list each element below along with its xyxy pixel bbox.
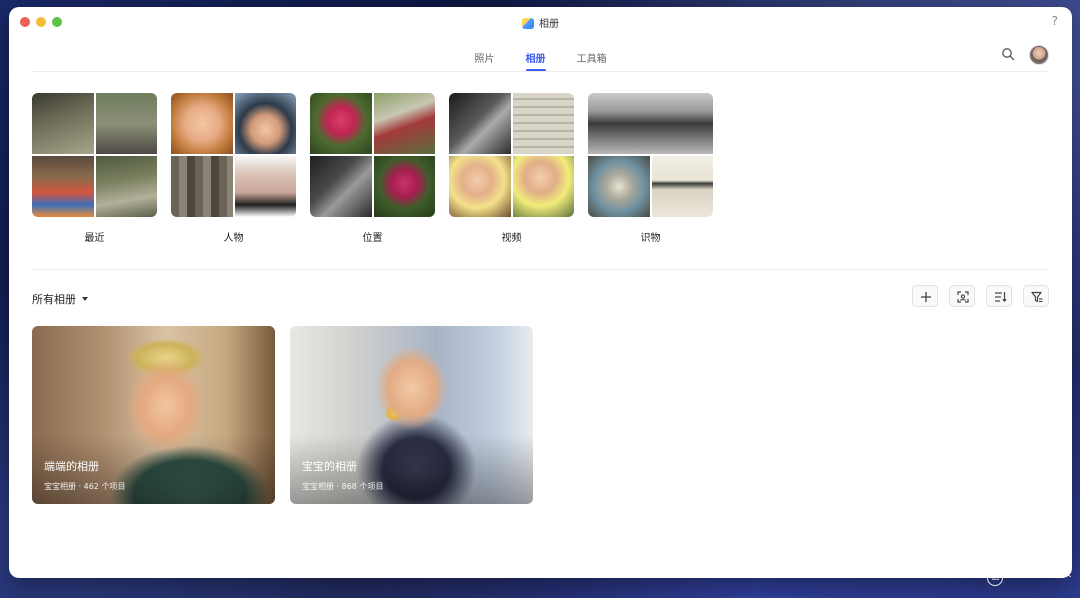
category-recent-thumbnail[interactable] — [32, 93, 157, 217]
photo-thumbnail — [512, 93, 574, 154]
album-card[interactable]: 端端的相册 宝宝相册 · 462 个项目 — [32, 326, 275, 504]
all-albums-label: 所有相册 — [32, 293, 76, 306]
category-label: 位置 — [362, 233, 383, 244]
category-label: 识物 — [640, 233, 661, 244]
category-objects[interactable]: 识物 — [588, 93, 713, 244]
photo-thumbnail — [310, 156, 372, 217]
category-objects-thumbnail[interactable] — [588, 93, 713, 217]
photo-thumbnail — [234, 156, 296, 217]
window-title-text: 相册 — [539, 19, 559, 30]
window-title: 相册 — [9, 15, 1072, 30]
filter-button[interactable] — [1023, 285, 1049, 307]
photo-thumbnail — [32, 93, 94, 154]
tab-toolbox[interactable]: 工具箱 — [577, 50, 607, 71]
help-button[interactable]: ? — [1052, 14, 1058, 28]
title-bar: 相册 ? — [9, 7, 1072, 37]
category-label: 人物 — [223, 233, 244, 244]
photo-thumbnail — [449, 93, 511, 154]
watermark-logo-icon: 值 — [986, 570, 1003, 586]
photos-app-icon — [522, 18, 534, 29]
photo-thumbnail — [95, 156, 157, 217]
album-card[interactable]: 宝宝的相册 宝宝相册 · 868 个项目 — [290, 326, 533, 504]
caret-down-icon — [82, 297, 88, 301]
photo-thumbnail — [171, 156, 233, 217]
tab-photos[interactable]: 照片 — [474, 50, 494, 71]
photo-thumbnail — [310, 93, 372, 154]
album-meta: 宝宝相册 · 868 个项目 — [302, 482, 384, 491]
album-title: 端端的相册 — [44, 460, 99, 473]
tab-albums[interactable]: 相册 — [525, 50, 546, 71]
search-icon[interactable] — [1001, 47, 1015, 61]
section-divider — [32, 269, 1049, 270]
photo-thumbnail — [234, 93, 296, 154]
sort-icon — [994, 292, 1007, 302]
sort-button[interactable] — [985, 285, 1012, 307]
album-toolbar — [906, 285, 1049, 311]
photo-thumbnail — [651, 156, 713, 217]
photo-thumbnail — [588, 156, 650, 217]
face-scan-button[interactable] — [948, 285, 975, 307]
photo-thumbnail — [449, 156, 511, 217]
watermark-text: 什么值得买 — [1006, 565, 1072, 580]
category-people[interactable]: 人物 — [171, 93, 296, 244]
album-title: 宝宝的相册 — [302, 460, 357, 473]
header-divider — [32, 71, 1049, 72]
all-albums-dropdown[interactable]: 所有相册 — [32, 291, 88, 307]
category-places[interactable]: 位置 — [310, 93, 435, 244]
photos-app-window: 相册 ? 照片 相册 工具箱 最近 人物 位置 视频 识物 所有相册 端端的相册… — [9, 7, 1072, 578]
category-places-thumbnail[interactable] — [310, 93, 435, 217]
photo-thumbnail — [373, 156, 435, 217]
user-avatar[interactable] — [1029, 45, 1049, 65]
album-meta: 宝宝相册 · 462 个项目 — [44, 482, 126, 491]
category-videos-thumbnail[interactable] — [449, 93, 574, 217]
face-scan-icon — [957, 291, 969, 303]
photo-thumbnail — [171, 93, 233, 154]
category-people-thumbnail[interactable] — [171, 93, 296, 217]
photo-thumbnail — [95, 93, 157, 154]
photo-thumbnail — [512, 156, 574, 217]
site-watermark: 值什么值得买 — [986, 561, 1072, 586]
add-album-button[interactable] — [911, 285, 938, 307]
tab-bar: 照片 相册 工具箱 — [9, 47, 1072, 73]
category-label: 最近 — [84, 233, 105, 244]
category-videos[interactable]: 视频 — [449, 93, 574, 244]
photo-thumbnail — [588, 93, 713, 154]
filter-icon — [1031, 291, 1043, 303]
category-recent[interactable]: 最近 — [32, 93, 157, 244]
photo-thumbnail — [32, 156, 94, 217]
plus-icon — [920, 292, 931, 302]
photo-thumbnail — [373, 93, 435, 154]
category-label: 视频 — [501, 233, 522, 244]
